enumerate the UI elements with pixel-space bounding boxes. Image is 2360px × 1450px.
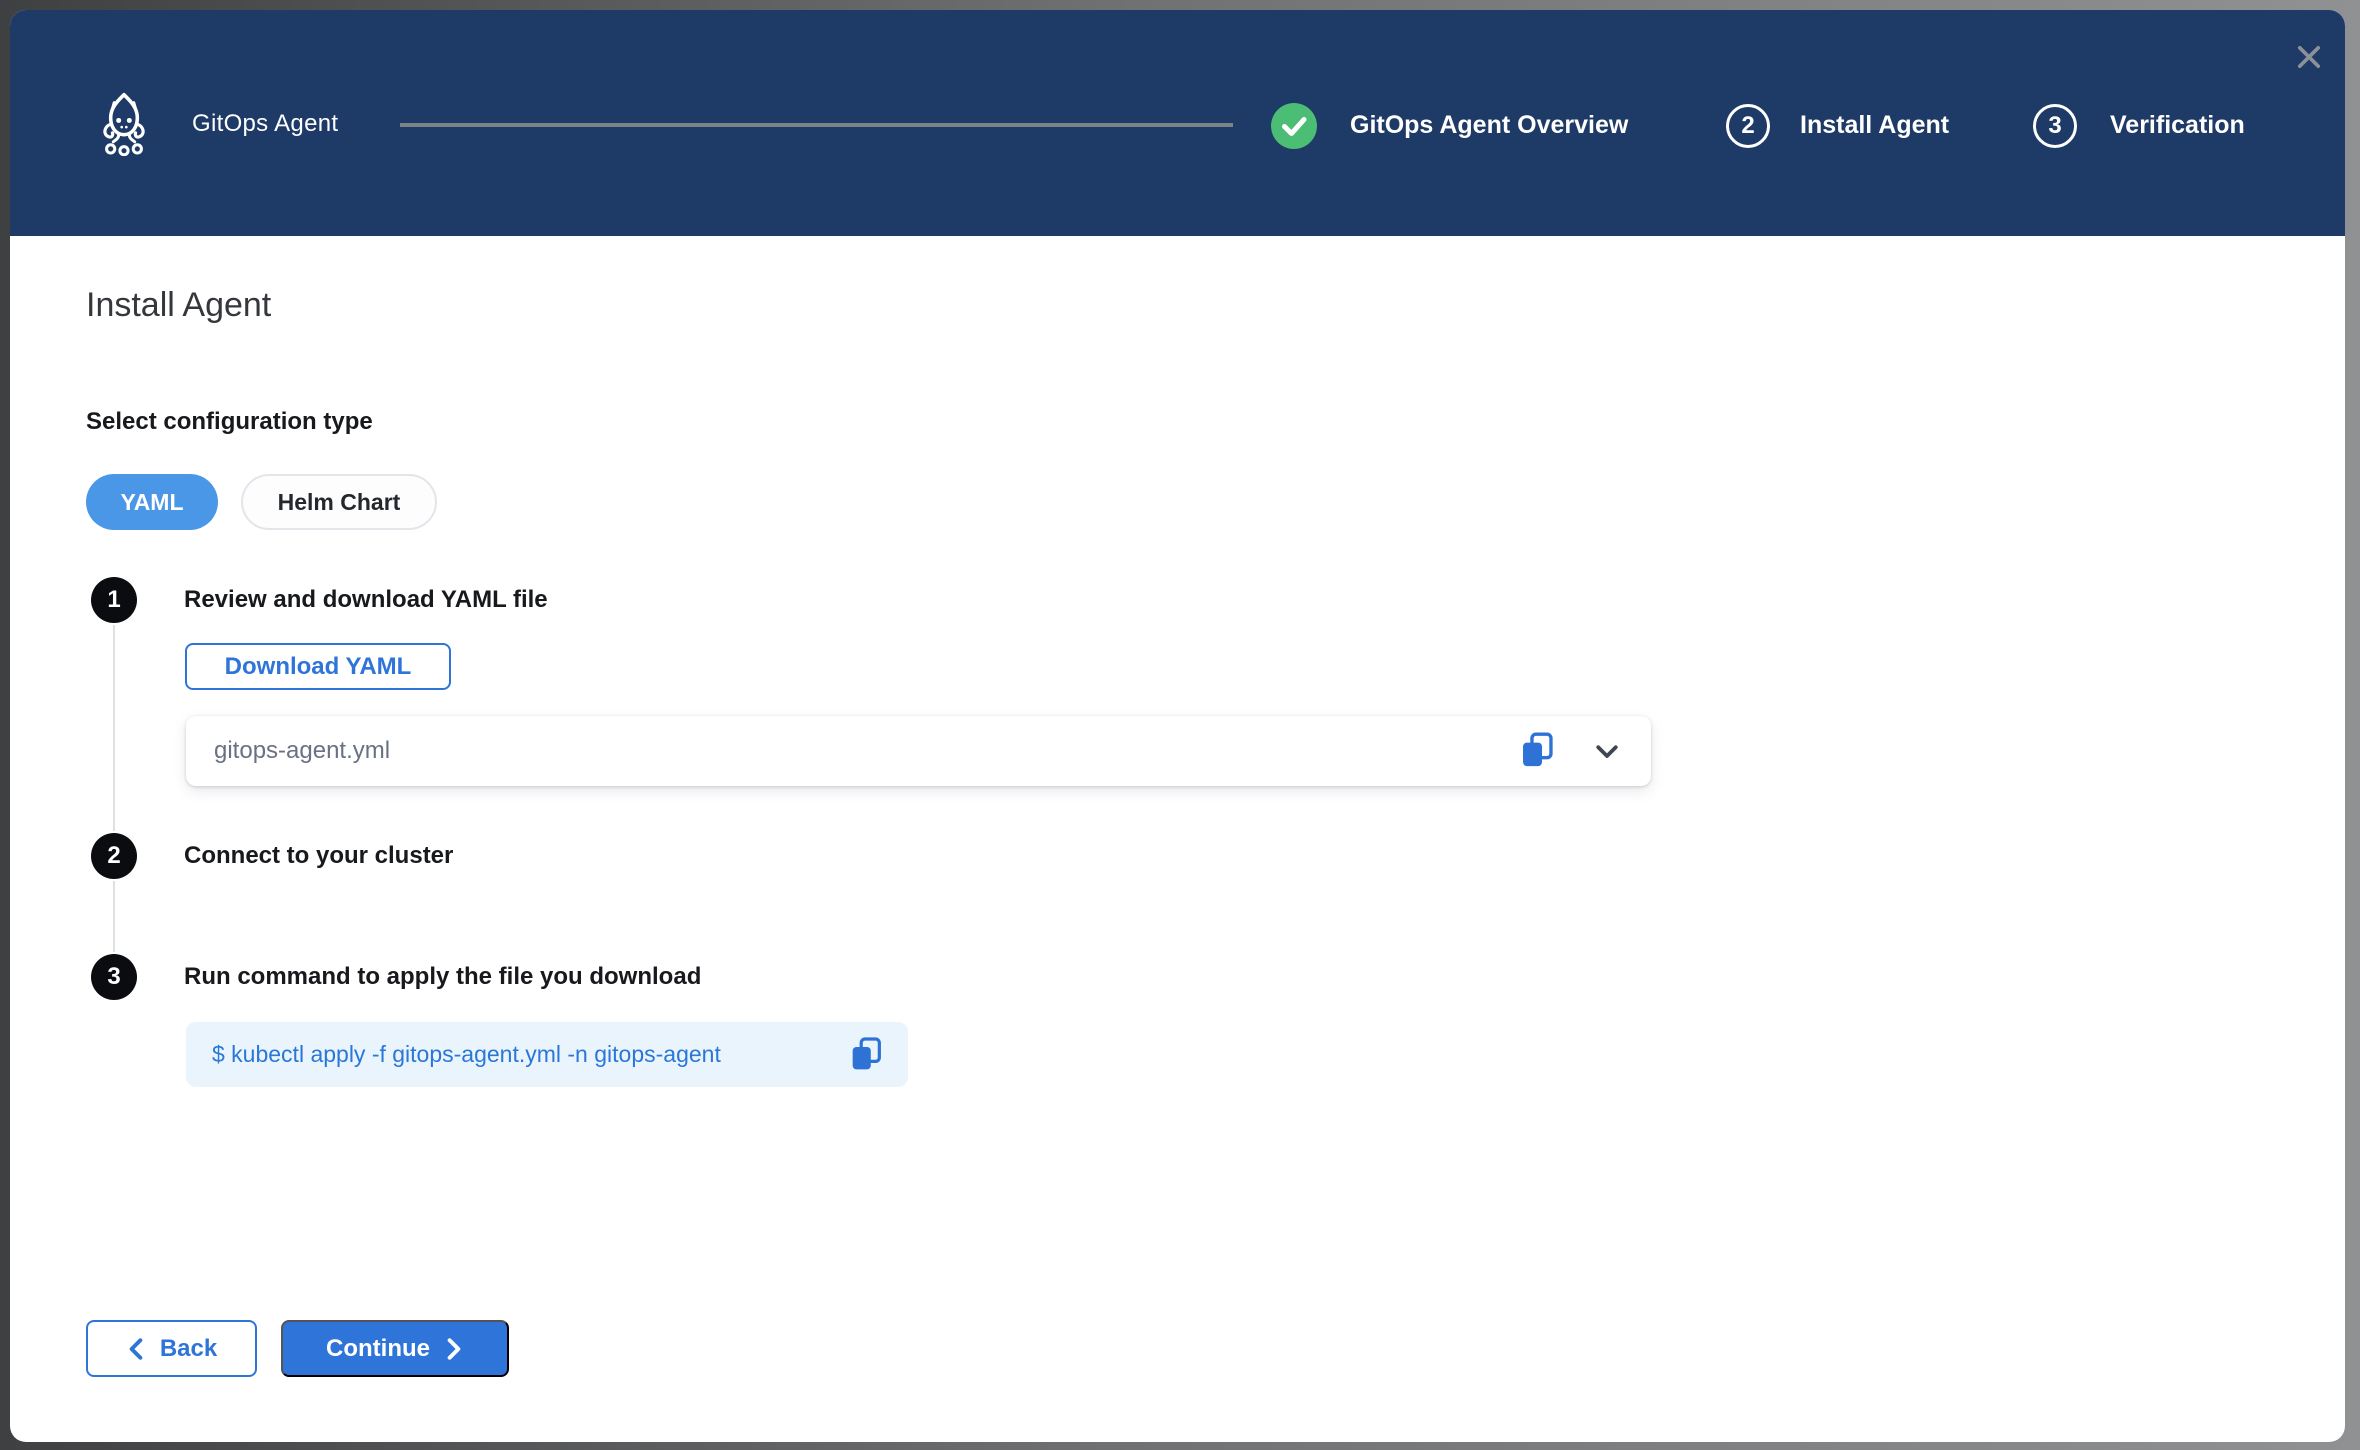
continue-button[interactable]: Continue xyxy=(281,1320,509,1377)
stepper-step1-label[interactable]: GitOps Agent Overview xyxy=(1350,110,1628,140)
yaml-file-name: gitops-agent.yml xyxy=(214,737,1519,765)
copy-icon xyxy=(850,1036,882,1074)
step-connector xyxy=(113,625,115,831)
kubectl-command-box: $ kubectl apply -f gitops-agent.yml -n g… xyxy=(186,1022,908,1087)
stepper-step2-number[interactable]: 2 xyxy=(1726,104,1770,148)
stepper-step2-label[interactable]: Install Agent xyxy=(1800,110,1949,140)
header-divider-line xyxy=(400,123,1233,127)
stepper-step3-label[interactable]: Verification xyxy=(2110,110,2245,140)
step2-number-badge: 2 xyxy=(91,833,137,879)
step3-number-badge: 3 xyxy=(91,954,137,1000)
wizard-brand-title: GitOps Agent xyxy=(192,109,338,139)
step-connector xyxy=(113,881,115,952)
chevron-down-icon xyxy=(1592,736,1622,766)
expand-yaml-button[interactable] xyxy=(1589,731,1625,771)
config-type-label: Select configuration type xyxy=(86,408,373,436)
gitops-agent-logo-icon xyxy=(96,92,152,156)
install-agent-dialog: GitOps Agent GitOps Agent Overview 2 Ins… xyxy=(10,10,2345,1442)
close-icon[interactable] xyxy=(2292,40,2326,74)
yaml-file-accordion[interactable]: gitops-agent.yml xyxy=(186,716,1651,786)
step3-heading: Run command to apply the file you downlo… xyxy=(184,960,701,994)
back-button-label: Back xyxy=(160,1335,217,1363)
copy-icon xyxy=(1520,732,1554,770)
wizard-header: GitOps Agent GitOps Agent Overview 2 Ins… xyxy=(10,10,2345,236)
continue-button-label: Continue xyxy=(326,1335,430,1363)
copy-yaml-button[interactable] xyxy=(1519,731,1555,771)
step2-heading: Connect to your cluster xyxy=(184,839,453,873)
back-button[interactable]: Back xyxy=(86,1320,257,1377)
config-option-yaml[interactable]: YAML xyxy=(86,474,218,530)
config-option-helm-chart[interactable]: Helm Chart xyxy=(241,474,437,530)
page-title: Install Agent xyxy=(86,286,271,325)
copy-command-button[interactable] xyxy=(848,1035,884,1075)
stepper-step3-number[interactable]: 3 xyxy=(2033,104,2077,148)
download-yaml-button[interactable]: Download YAML xyxy=(185,643,451,690)
kubectl-command-text: $ kubectl apply -f gitops-agent.yml -n g… xyxy=(212,1041,848,1068)
check-icon xyxy=(1271,103,1317,149)
step1-heading: Review and download YAML file xyxy=(184,583,548,617)
stepper-step1-complete-badge[interactable] xyxy=(1271,103,1317,149)
chevron-right-icon xyxy=(444,1337,464,1361)
step1-number-badge: 1 xyxy=(91,577,137,623)
chevron-left-icon xyxy=(126,1337,146,1361)
